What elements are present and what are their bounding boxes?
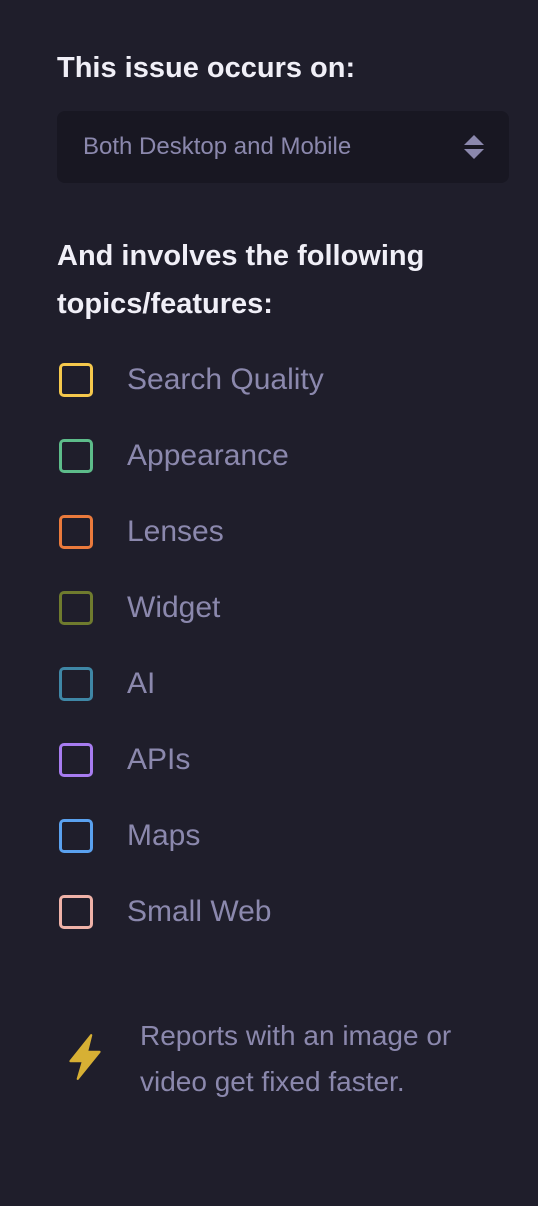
topic-label: APIs [127, 743, 191, 776]
topics-label: And involves the following topics/featur… [57, 240, 425, 320]
checkbox[interactable] [59, 895, 93, 929]
topics-list: Search Quality Appearance Lenses Widget … [59, 361, 324, 969]
platform-select[interactable]: Both Desktop and Mobile [57, 111, 509, 183]
checkbox[interactable] [59, 591, 93, 625]
lightning-icon [69, 1034, 101, 1080]
topic-appearance[interactable]: Appearance [59, 437, 324, 513]
topic-search-quality[interactable]: Search Quality [59, 361, 324, 437]
topic-label: Appearance [127, 439, 289, 472]
checkbox[interactable] [59, 363, 93, 397]
topic-label: Lenses [127, 515, 224, 548]
topic-label: Maps [127, 819, 201, 852]
platform-label: This issue occurs on: [57, 52, 356, 84]
select-arrows-icon [464, 135, 484, 159]
checkbox[interactable] [59, 819, 93, 853]
checkbox[interactable] [59, 667, 93, 701]
topic-label: Search Quality [127, 363, 324, 396]
platform-select-value: Both Desktop and Mobile [83, 133, 352, 160]
checkbox[interactable] [59, 439, 93, 473]
topic-label: AI [127, 667, 156, 700]
topic-widget[interactable]: Widget [59, 589, 324, 665]
topic-apis[interactable]: APIs [59, 741, 324, 817]
tip: Reports with an image or video get fixed… [66, 1013, 510, 1105]
topic-label: Widget [127, 591, 221, 624]
topic-label: Small Web [127, 895, 272, 928]
checkbox[interactable] [59, 515, 93, 549]
topic-maps[interactable]: Maps [59, 817, 324, 893]
checkbox[interactable] [59, 743, 93, 777]
tip-text: Reports with an image or video get fixed… [140, 1020, 452, 1097]
topic-lenses[interactable]: Lenses [59, 513, 324, 589]
topic-small-web[interactable]: Small Web [59, 893, 324, 969]
topic-ai[interactable]: AI [59, 665, 324, 741]
